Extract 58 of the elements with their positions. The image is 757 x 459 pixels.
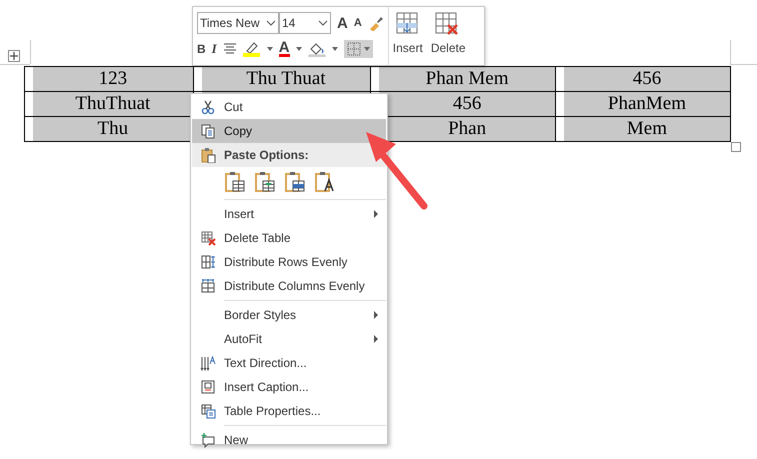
columns-icon: [200, 278, 216, 294]
highlighter-icon[interactable]: [242, 41, 261, 57]
copy-icon: [200, 123, 216, 139]
font-name-box[interactable]: Times New: [197, 12, 279, 34]
properties-icon: [200, 403, 216, 419]
grow-font-button[interactable]: A: [337, 14, 348, 32]
menu-item[interactable]: Table Properties...: [192, 399, 386, 423]
caret-icon[interactable]: [332, 47, 338, 51]
table-cell: Phan Mem: [379, 67, 555, 91]
insert-button[interactable]: Insert: [388, 7, 427, 65]
menu-item[interactable]: AutoFit: [192, 327, 386, 351]
caret-icon[interactable]: [296, 47, 302, 51]
caption-icon: [200, 379, 216, 395]
italic-button[interactable]: I: [212, 41, 217, 57]
table-cell: Thu: [33, 117, 193, 141]
table-cell: ThuThuat: [33, 92, 193, 116]
font-size-box[interactable]: 14: [279, 12, 331, 34]
menu-item[interactable]: Border Styles: [192, 303, 386, 327]
table-cell: Mem: [564, 117, 730, 141]
table-cell: PhanMem: [564, 92, 730, 116]
table-cell: 456: [564, 67, 730, 91]
caret-icon: [364, 47, 370, 51]
caret-icon[interactable]: [266, 19, 276, 27]
paste-option-icon[interactable]: [284, 171, 306, 193]
borders-icon: [346, 42, 361, 56]
text-direction-icon: [200, 355, 216, 371]
menu-item[interactable]: Distribute Columns Evenly: [192, 274, 386, 298]
paste-option-icon[interactable]: [224, 171, 246, 193]
table-cell: Thu Thuat: [202, 67, 370, 91]
shrink-font-button[interactable]: A: [354, 17, 362, 29]
paste-option-icon[interactable]: [254, 171, 276, 193]
menu-item[interactable]: Distribute Rows Evenly: [192, 250, 386, 274]
paint-bucket-icon[interactable]: [308, 41, 326, 57]
center-align-icon[interactable]: [222, 43, 237, 55]
menu-header: Paste Options:: [192, 143, 386, 167]
menu-item[interactable]: Insert Caption...: [192, 375, 386, 399]
menu-item[interactable]: Copy: [192, 119, 386, 143]
comment-icon: [200, 432, 216, 448]
menu-item[interactable]: Text Direction...: [192, 351, 386, 375]
resize-handle[interactable]: [731, 142, 741, 152]
menu-item[interactable]: Delete Table: [192, 226, 386, 250]
clipboard-icon: [200, 147, 216, 163]
move-handle-icon[interactable]: [8, 50, 20, 62]
caret-icon[interactable]: [266, 47, 273, 51]
borders-button[interactable]: [344, 40, 373, 58]
paste-option-icon[interactable]: [314, 171, 336, 193]
table-cell: 456: [379, 92, 555, 116]
rows-icon: [200, 254, 216, 270]
font-color-button[interactable]: A: [278, 41, 290, 57]
bold-button[interactable]: B: [197, 42, 206, 56]
scissors-icon: [200, 99, 216, 115]
menu-item[interactable]: Insert: [192, 202, 386, 226]
menu-item[interactable]: New: [192, 428, 386, 452]
delete-table-icon: [200, 230, 216, 246]
caret-icon[interactable]: [318, 19, 328, 27]
delete-button[interactable]: Delete: [426, 7, 470, 65]
table-cell: 123: [33, 67, 193, 91]
format-painter-icon[interactable]: [368, 15, 384, 31]
